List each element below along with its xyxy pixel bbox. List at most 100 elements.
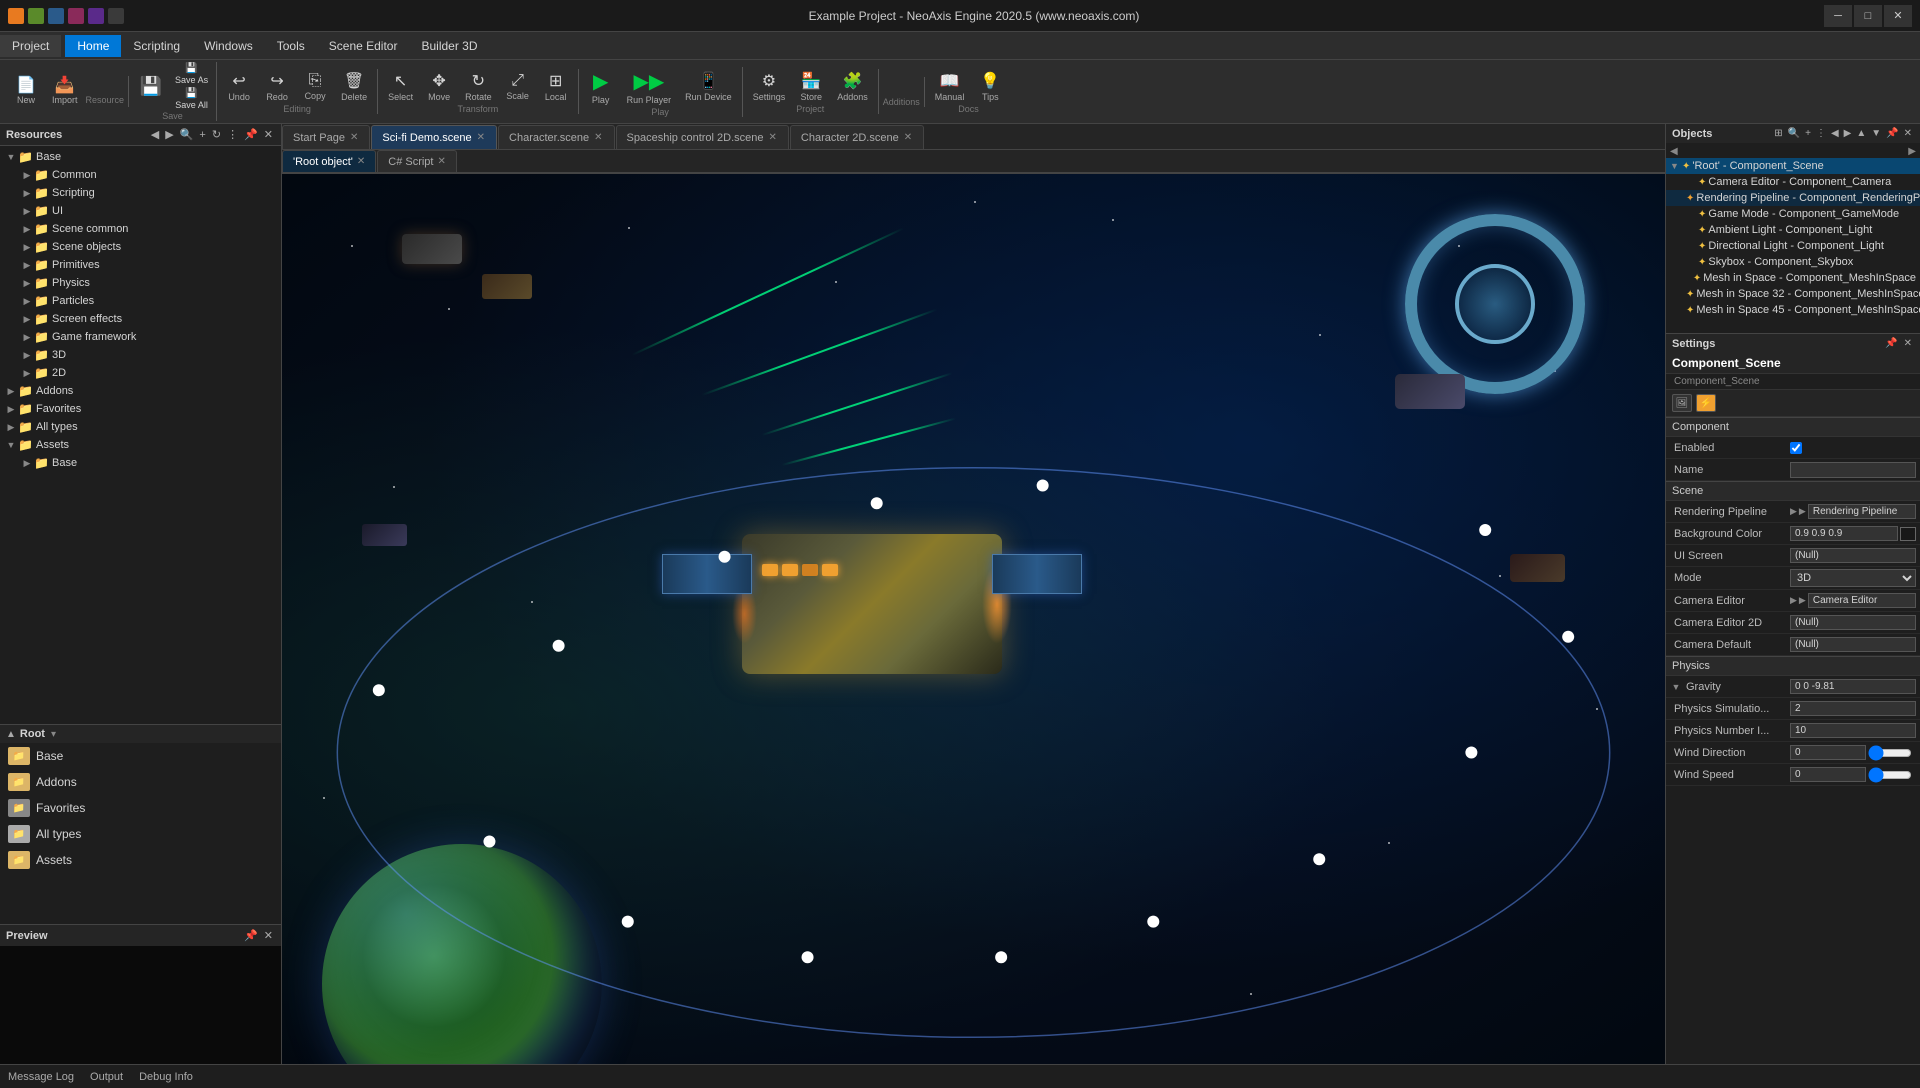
resources-add[interactable]: + bbox=[197, 128, 207, 142]
obj-item-mesh-45[interactable]: ✦ Mesh in Space 45 - Component_MeshInSpa… bbox=[1666, 302, 1920, 318]
settings-input-wind-speed[interactable] bbox=[1790, 767, 1866, 782]
obj-item-root-scene[interactable]: ▼ ✦ 'Root' - Component_Scene bbox=[1666, 158, 1920, 174]
tree-item-3d[interactable]: ▶ 📁 3D bbox=[0, 346, 281, 364]
root-item-base[interactable]: 📁 Base bbox=[0, 743, 281, 769]
tab-close-scifi-demo[interactable]: ✕ bbox=[476, 132, 486, 143]
toolbar-manual-button[interactable]: 📖 Manual bbox=[929, 69, 971, 104]
settings-slider-wind-speed[interactable] bbox=[1868, 767, 1912, 783]
subtab-close-root-object[interactable]: ✕ bbox=[357, 156, 365, 167]
status-message-log[interactable]: Message Log bbox=[8, 1071, 74, 1083]
maximize-button[interactable]: □ bbox=[1854, 5, 1882, 27]
tab-character-2d[interactable]: Character 2D.scene ✕ bbox=[790, 125, 924, 149]
tree-item-addons[interactable]: ▶ 📁 Addons bbox=[0, 382, 281, 400]
toolbar-local-button[interactable]: ⊞ Local bbox=[538, 69, 574, 104]
obj-item-ambient-light[interactable]: ✦ Ambient Light - Component_Light bbox=[1666, 222, 1920, 238]
tree-item-base[interactable]: ▼ 📁 Base bbox=[0, 148, 281, 166]
tree-item-favorites[interactable]: ▶ 📁 Favorites bbox=[0, 400, 281, 418]
menu-scene-editor[interactable]: Scene Editor bbox=[317, 35, 410, 57]
tree-item-physics[interactable]: ▶ 📁 Physics bbox=[0, 274, 281, 292]
toolbar-addons-button[interactable]: 🧩 Addons bbox=[831, 69, 874, 104]
tree-item-common[interactable]: ▶ 📁 Common bbox=[0, 166, 281, 184]
settings-input-pipeline[interactable] bbox=[1808, 504, 1916, 519]
toolbar-save-as-button[interactable]: 💾 Save As bbox=[171, 62, 212, 86]
viewport[interactable] bbox=[282, 174, 1665, 1064]
status-debug-info[interactable]: Debug Info bbox=[139, 1071, 193, 1083]
tree-item-scripting[interactable]: ▶ 📁 Scripting bbox=[0, 184, 281, 202]
close-button[interactable]: ✕ bbox=[1884, 5, 1912, 27]
settings-input-gravity[interactable] bbox=[1790, 679, 1916, 694]
tree-item-base-asset[interactable]: ▶ 📁 Base bbox=[0, 454, 281, 472]
objects-btn-1[interactable]: ⊞ bbox=[1772, 127, 1784, 140]
tab-character-scene[interactable]: Character.scene ✕ bbox=[498, 125, 615, 149]
resources-pin[interactable]: 📌 bbox=[242, 127, 260, 142]
pipeline-arrow-2[interactable]: ▶ bbox=[1799, 506, 1806, 517]
obj-item-skybox[interactable]: ✦ Skybox - Component_Skybox bbox=[1666, 254, 1920, 270]
root-item-addons[interactable]: 📁 Addons bbox=[0, 769, 281, 795]
settings-icon-photo[interactable]: 🖼 bbox=[1672, 394, 1692, 412]
objects-close[interactable]: ✕ bbox=[1902, 127, 1914, 140]
camera-arrow[interactable]: ▶ bbox=[1790, 595, 1797, 606]
toolbar-delete-button[interactable]: 🗑 Delete bbox=[335, 69, 373, 104]
preview-pin[interactable]: 📌 bbox=[242, 928, 260, 943]
tab-close-start-page[interactable]: ✕ bbox=[349, 132, 359, 143]
objects-btn-2[interactable]: 🔍 bbox=[1786, 127, 1802, 140]
tab-close-character-2d[interactable]: ✕ bbox=[903, 132, 913, 143]
settings-icon-lightning[interactable]: ⚡ bbox=[1696, 394, 1716, 412]
pipeline-arrow[interactable]: ▶ bbox=[1790, 506, 1797, 517]
tree-item-screen-effects[interactable]: ▶ 📁 Screen effects bbox=[0, 310, 281, 328]
preview-close[interactable]: ✕ bbox=[262, 928, 275, 943]
settings-input-wind-direction[interactable] bbox=[1790, 745, 1866, 760]
tab-close-spaceship-2d[interactable]: ✕ bbox=[768, 132, 778, 143]
settings-input-camera-default[interactable] bbox=[1790, 637, 1916, 652]
settings-close[interactable]: ✕ bbox=[1902, 337, 1914, 350]
toolbar-move-button[interactable]: ✥ Move bbox=[421, 69, 457, 104]
toolbar-run-player-button[interactable]: ▶▶ Run Player bbox=[621, 67, 678, 107]
settings-pin[interactable]: 📌 bbox=[1883, 337, 1899, 350]
toolbar-select-button[interactable]: ↖ Select bbox=[382, 69, 419, 104]
resources-nav-back[interactable]: ◀ bbox=[149, 127, 161, 142]
resources-close[interactable]: ✕ bbox=[262, 127, 275, 142]
subtab-csharp-script[interactable]: C# Script ✕ bbox=[377, 150, 457, 172]
settings-input-physics-number[interactable] bbox=[1790, 723, 1916, 738]
root-dropdown-arrow[interactable]: ▾ bbox=[51, 729, 56, 740]
menu-windows[interactable]: Windows bbox=[192, 35, 265, 57]
tab-spaceship-2d[interactable]: Spaceship control 2D.scene ✕ bbox=[616, 125, 789, 149]
toolbar-scale-button[interactable]: ⤢ Scale bbox=[500, 69, 536, 104]
obj-item-directional-light[interactable]: ✦ Directional Light - Component_Light bbox=[1666, 238, 1920, 254]
objects-btn-up[interactable]: ▲ bbox=[1854, 127, 1868, 140]
tab-start-page[interactable]: Start Page ✕ bbox=[282, 125, 370, 149]
toolbar-new-button[interactable]: 📄 New bbox=[8, 76, 44, 107]
root-item-all-types[interactable]: 📁 All types bbox=[0, 821, 281, 847]
tree-item-primitives[interactable]: ▶ 📁 Primitives bbox=[0, 256, 281, 274]
settings-input-camera-2d[interactable] bbox=[1790, 615, 1916, 630]
objects-btn-4[interactable]: ⋮ bbox=[1814, 127, 1828, 140]
settings-slider-wind-direction[interactable] bbox=[1868, 745, 1912, 761]
tree-item-2d[interactable]: ▶ 📁 2D bbox=[0, 364, 281, 382]
objects-btn-down[interactable]: ▼ bbox=[1869, 127, 1883, 140]
minimize-button[interactable]: ─ bbox=[1824, 5, 1852, 27]
root-item-favorites[interactable]: 📁 Favorites bbox=[0, 795, 281, 821]
tree-item-particles[interactable]: ▶ 📁 Particles bbox=[0, 292, 281, 310]
objects-pin[interactable]: 📌 bbox=[1884, 127, 1900, 140]
menu-builder-3d[interactable]: Builder 3D bbox=[409, 35, 489, 57]
objects-btn-3[interactable]: + bbox=[1803, 127, 1813, 140]
settings-input-bg-color[interactable] bbox=[1790, 526, 1898, 541]
toolbar-import-button[interactable]: 📥 Import bbox=[46, 76, 84, 107]
toolbar-run-device-button[interactable]: 📱 Run Device bbox=[679, 67, 738, 107]
settings-input-physics-simul[interactable] bbox=[1790, 701, 1916, 716]
tree-item-scene-objects[interactable]: ▶ 📁 Scene objects bbox=[0, 238, 281, 256]
toolbar-rotate-button[interactable]: ↻ Rotate bbox=[459, 69, 498, 104]
obj-item-rendering-pipeline[interactable]: ✦ Rendering Pipeline - Component_Renderi… bbox=[1666, 190, 1920, 206]
bg-color-swatch[interactable] bbox=[1900, 527, 1916, 541]
root-item-assets[interactable]: 📁 Assets bbox=[0, 847, 281, 873]
menu-project[interactable]: Project bbox=[0, 35, 61, 57]
toolbar-settings-button[interactable]: ⚙ Settings bbox=[747, 69, 792, 104]
settings-input-camera[interactable] bbox=[1808, 593, 1916, 608]
settings-input-name[interactable] bbox=[1790, 462, 1916, 478]
settings-input-ui-screen[interactable] bbox=[1790, 548, 1916, 563]
menu-scripting[interactable]: Scripting bbox=[121, 35, 192, 57]
toolbar-play-button[interactable]: ▶ Play bbox=[583, 67, 619, 107]
obj-item-camera-editor[interactable]: ✦ Camera Editor - Component_Camera bbox=[1666, 174, 1920, 190]
status-output[interactable]: Output bbox=[90, 1071, 123, 1083]
settings-checkbox-enabled[interactable] bbox=[1790, 442, 1802, 454]
